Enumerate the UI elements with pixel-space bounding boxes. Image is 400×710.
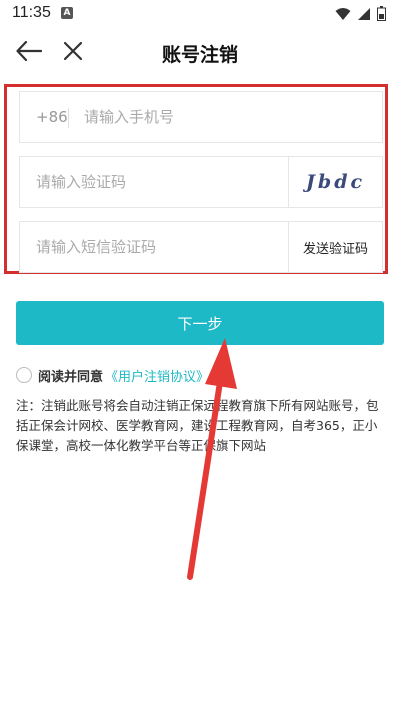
signal-icon	[358, 7, 370, 20]
wifi-icon	[335, 7, 351, 20]
next-step-button[interactable]: 下一步	[16, 301, 384, 345]
phone-field: +86	[19, 91, 383, 143]
battery-icon	[377, 6, 386, 21]
captcha-image[interactable]: Jbdc	[288, 157, 382, 207]
agreement-link[interactable]: 《用户注销协议》	[105, 366, 209, 385]
page-title: 账号注销	[161, 44, 238, 66]
cancellation-note: 注：注销此账号将会自动注销正保远程教育旗下所有网站账号，包括正保会计网校、医学教…	[16, 398, 379, 453]
captcha-input[interactable]	[36, 157, 276, 207]
sms-code-field: 发送验证码	[19, 221, 383, 273]
captcha-field: Jbdc	[19, 156, 383, 208]
agree-radio[interactable]	[16, 367, 32, 383]
send-code-button[interactable]: 发送验证码	[288, 222, 382, 272]
notification-badge-icon: A	[61, 7, 73, 19]
sms-code-input[interactable]	[36, 222, 276, 272]
phone-input[interactable]	[84, 92, 374, 142]
status-time: 11:35	[12, 4, 51, 21]
agreement-text: 阅读并同意	[38, 369, 104, 385]
prefix-divider	[68, 108, 69, 128]
status-icons	[335, 6, 386, 21]
agreement-row: 阅读并同意 《用户注销协议》	[16, 365, 209, 385]
country-code: +86	[36, 108, 68, 126]
form-highlight-box: +86 Jbdc 发送验证码	[4, 84, 388, 274]
captcha-text: Jbdc	[305, 171, 366, 193]
status-bar: 11:35 A	[0, 0, 400, 28]
nav-header: 账号注销	[0, 28, 400, 74]
